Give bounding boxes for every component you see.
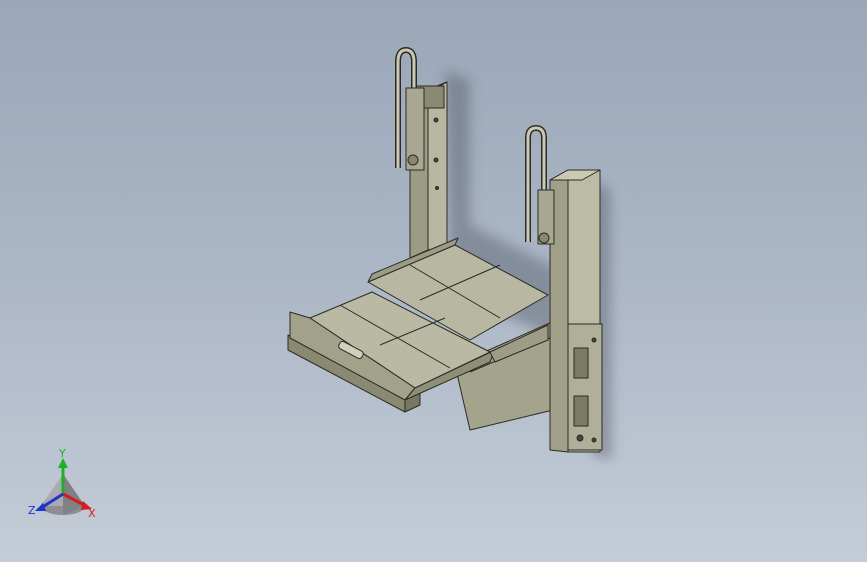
left-handle	[395, 47, 425, 171]
triad-z-label: Z	[28, 504, 36, 517]
triad-x-label: X	[88, 507, 96, 520]
triad-y-label: Y	[58, 448, 66, 460]
orientation-triad[interactable]: Y X Z	[26, 448, 104, 520]
graphics-viewport[interactable]: Y X Z	[0, 0, 867, 562]
cad-model-keyboard-tray[interactable]	[0, 0, 867, 562]
right-upright-column	[549, 169, 603, 453]
